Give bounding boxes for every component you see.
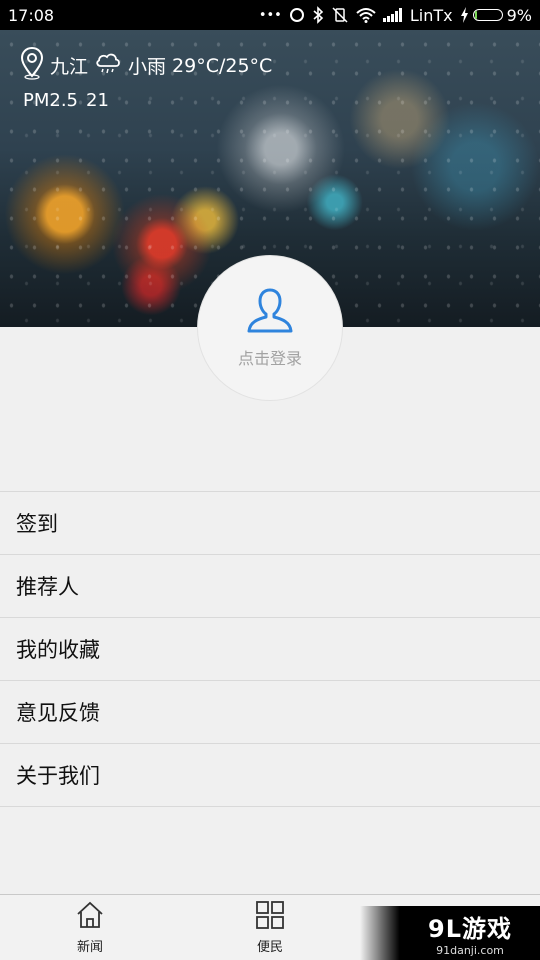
menu-item-feedback[interactable]: 意见反馈: [0, 681, 540, 744]
login-label: 点击登录: [237, 349, 302, 368]
menu-item-favorites[interactable]: 我的收藏: [0, 618, 540, 681]
grid-icon: [255, 901, 285, 933]
tab-news[interactable]: 新闻: [50, 895, 130, 960]
sync-icon: [289, 7, 305, 23]
menu-item-about[interactable]: 关于我们: [0, 744, 540, 807]
status-icons: ••• LinTx 9%: [259, 6, 532, 25]
login-avatar-button[interactable]: 点击登录: [197, 255, 343, 401]
watermark-logo: 9L游戏: [428, 915, 512, 943]
home-icon: [75, 901, 105, 933]
weather-summary: 九江 小雨 29°C/25°C: [20, 46, 272, 85]
menu-item-checkin[interactable]: 签到: [0, 492, 540, 555]
weather-condition: 小雨: [128, 56, 167, 78]
carrier-name: LinTx: [409, 5, 453, 25]
tab-services[interactable]: 便民: [230, 895, 310, 960]
vibrate-off-icon: [331, 6, 349, 24]
battery-icon: [472, 9, 503, 21]
menu-item-referrer[interactable]: 推荐人: [0, 555, 540, 618]
air-quality: PM2.5 21: [23, 90, 109, 111]
tab-services-label: 便民: [256, 940, 283, 955]
pm25-label: PM2.5: [23, 90, 79, 111]
charging-icon: [460, 7, 469, 23]
temperature-range: 29°C/25°C: [172, 54, 273, 77]
watermark-url: 91danji.com: [436, 944, 504, 957]
signal-icon: [382, 8, 403, 22]
more-dots: •••: [258, 7, 282, 23]
location-pin-icon: [20, 46, 44, 85]
battery-percent: 9%: [506, 5, 532, 25]
city-name: 九江: [50, 56, 89, 78]
cloud-rain-icon: [94, 51, 122, 80]
status-time: 17:08: [8, 5, 55, 25]
bluetooth-icon: [312, 6, 324, 24]
battery-indicator: 9%: [460, 6, 532, 25]
pm25-value: 21: [86, 90, 109, 111]
wifi-icon: [356, 7, 376, 23]
app-screen: 17:08 ••• LinTx 9% 九江 小雨 29°C/25°C PM2.5…: [0, 0, 540, 960]
user-icon: [244, 287, 296, 339]
profile-menu: 签到 推荐人 我的收藏 意见反馈 关于我们: [0, 491, 540, 807]
site-watermark: 9L游戏 91danji.com: [360, 906, 540, 960]
status-bar: 17:08 ••• LinTx 9%: [0, 0, 540, 30]
tab-news-label: 新闻: [76, 940, 103, 955]
battery-level-bar: [474, 11, 477, 19]
